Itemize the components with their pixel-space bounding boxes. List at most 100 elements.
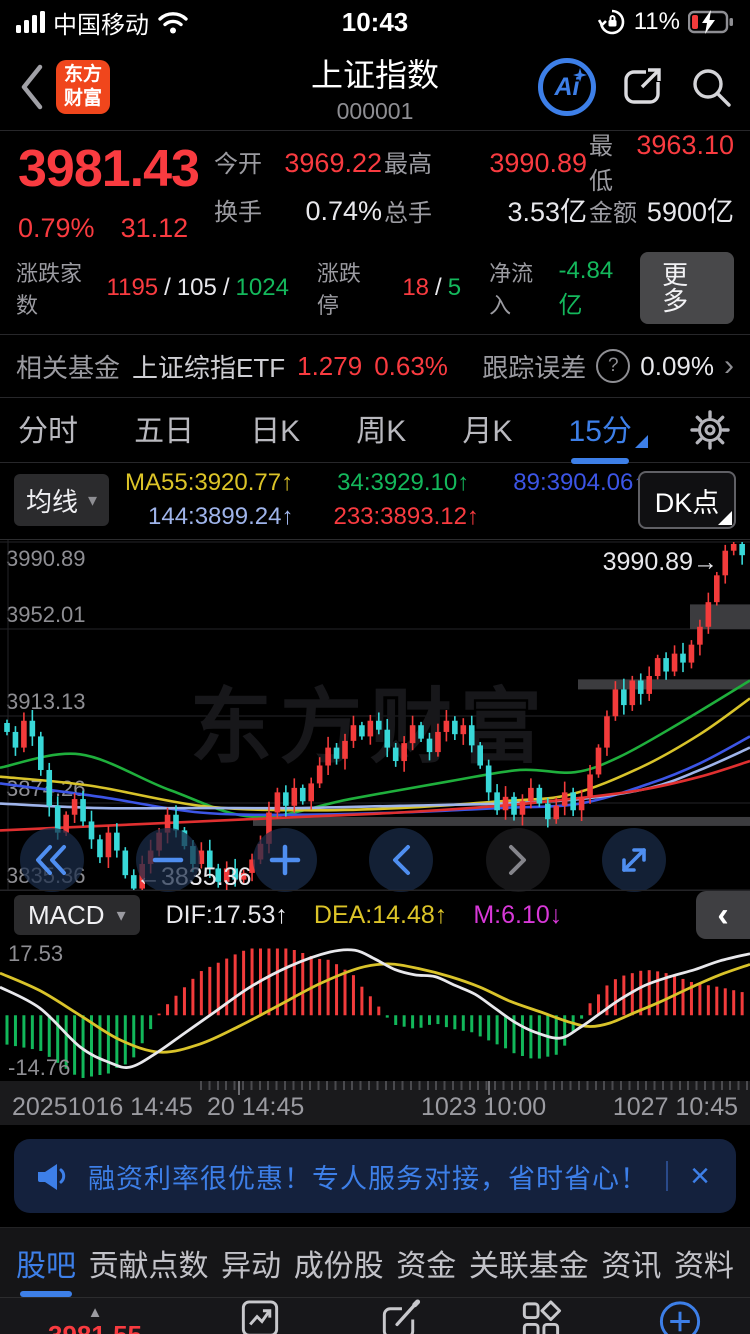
dropdown-arrow-icon: ▾: [88, 489, 98, 510]
bottom-action-bar: ▲ 3981.55 上证 0.79% 买指数 发帖: [0, 1297, 750, 1334]
tracking-error-label: 跟踪误差: [482, 352, 587, 383]
svg-text:3990.89: 3990.89: [6, 546, 86, 571]
status-right: 11%: [494, 8, 734, 36]
ma-values-row1: MA55:3920.77↑ 34:3929.10↑ 89:3904.06↑: [125, 469, 645, 497]
ma-legend-panel: 均线 ▾ MA55:3920.77↑ 34:3929.10↑ 89:3904.0…: [0, 463, 750, 539]
tab-constituents[interactable]: 成份股: [294, 1227, 384, 1299]
close-icon[interactable]: ×: [686, 1157, 714, 1196]
tab-weekly-k[interactable]: 周K: [356, 406, 406, 454]
tab-news[interactable]: 资讯: [601, 1227, 661, 1299]
chart-settings-icon[interactable]: [688, 408, 732, 452]
time-axis: 20251016 14:45 20 14:45 1023 10:00 1027 …: [0, 1081, 750, 1125]
tab-contribution[interactable]: 贡献点数: [89, 1227, 209, 1299]
active-tab-underline: [20, 1290, 72, 1297]
last-price: 3981.43: [18, 140, 200, 198]
change-percent: 0.79%: [18, 213, 95, 243]
stats-grid: 今开 3969.22 最高 3990.89 最低 3963.10 换手 0.74% 总手…: [212, 130, 750, 244]
tab-daily-k[interactable]: 日K: [250, 406, 300, 454]
share-icon[interactable]: [618, 63, 666, 111]
signal-strength-icon: [16, 11, 45, 33]
section-tab-bar: 股吧 贡献点数 异动 成份股 资金 关联基金 资讯 资料: [0, 1227, 750, 1297]
app-logo[interactable]: 东方 财富: [56, 60, 110, 114]
axis-label-2: 20 14:45: [207, 1093, 305, 1121]
ma34-value: 34:3929.10↑: [337, 469, 470, 496]
tracking-error-value: 0.09%: [640, 350, 714, 381]
index-quick-quote[interactable]: ▲ 3981.55 上证 0.79%: [0, 1298, 190, 1334]
functions-button[interactable]: 功能: [470, 1298, 610, 1334]
pan-right-button[interactable]: [486, 828, 550, 892]
dropdown-corner-icon: [634, 435, 648, 448]
dk-point-button[interactable]: DK点: [638, 471, 736, 529]
stat-turnover: 换手 0.74%: [214, 195, 382, 226]
macd-plot: 17.53 -14.76: [0, 941, 750, 1080]
macd-chart[interactable]: 17.53 -14.76: [0, 939, 750, 1081]
limit-down-count: 5: [447, 274, 462, 301]
ai-assistant-button[interactable]: Ai: [538, 58, 596, 116]
flat-count: 105: [176, 274, 217, 301]
chevron-right-icon: ›: [724, 349, 734, 382]
stat-low: 最低 3963.10: [589, 130, 734, 195]
tick-ruler: [200, 1081, 750, 1090]
tab-monthly-k[interactable]: 月K: [462, 406, 512, 454]
header: 东方 财富 上证指数 000001 Ai: [0, 44, 750, 130]
add-watchlist-button[interactable]: 加自选: [610, 1298, 750, 1334]
wifi-icon: [158, 12, 188, 34]
zoom-in-button[interactable]: [253, 828, 317, 892]
back-icon[interactable]: [16, 61, 46, 113]
candlestick-chart[interactable]: 3990.893952.013913.133874.263835.36东方财富3…: [0, 539, 750, 892]
status-bar: 中国移动 10:43 11%: [0, 0, 750, 44]
ma-selector-button[interactable]: 均线 ▾: [14, 474, 110, 526]
svg-text:17.53: 17.53: [8, 941, 63, 966]
change-row: 0.79% 31.12: [18, 213, 212, 244]
promo-banner[interactable]: 融资利率很优惠！专人服务对接，省时省心！ ×: [14, 1139, 736, 1213]
axis-label-1: 20251016 14:45: [12, 1093, 193, 1121]
ma233-value: 233:3893.12↑: [333, 503, 479, 530]
tab-related-funds[interactable]: 关联基金: [469, 1227, 589, 1299]
search-icon[interactable]: [688, 64, 734, 110]
help-icon[interactable]: ?: [596, 349, 631, 383]
post-button[interactable]: 发帖: [330, 1298, 470, 1334]
axis-label-4: 1027 10:45: [612, 1093, 738, 1121]
fund-price: 1.279: [297, 350, 363, 381]
stat-high: 最高 3990.89: [384, 147, 587, 178]
rotation-lock-icon: [597, 9, 624, 35]
more-button[interactable]: 更多: [640, 252, 735, 324]
add-circle-icon: [659, 1301, 701, 1334]
advancers-count: 1195: [106, 274, 159, 301]
dif-value: DIF:17.53↑: [165, 900, 288, 929]
banner-wrap: 融资利率很优惠！专人服务对接，省时省心！ ×: [0, 1125, 750, 1213]
indicator-selector-button[interactable]: MACD ▾: [14, 895, 140, 935]
tab-15min[interactable]: 15分: [569, 406, 648, 464]
page-title: 上证指数: [310, 56, 439, 93]
app-screen: 中国移动 10:43 11% 东方 财富 上证指数 000001 Ai 3981…: [0, 0, 750, 1334]
buy-index-icon: [241, 1300, 279, 1334]
tab-movement[interactable]: 异动: [221, 1227, 281, 1299]
compose-icon: [382, 1299, 421, 1334]
dea-value: DEA:14.48↑: [313, 900, 448, 929]
battery-charging-icon: [688, 10, 733, 34]
quote-top: 3981.43 0.79% 31.12 今开 3969.22 最高 3990.89 …: [0, 130, 750, 244]
pan-left-button[interactable]: [369, 828, 433, 892]
fund-name: 上证综指ETF: [132, 352, 286, 383]
fullscreen-button[interactable]: [602, 828, 666, 892]
buy-index-button[interactable]: 买指数: [190, 1298, 330, 1334]
tab-guba[interactable]: 股吧: [16, 1227, 76, 1299]
fund-label: 相关基金: [16, 352, 121, 383]
megaphone-icon: [38, 1164, 66, 1190]
m-value: M:6.10↓: [473, 900, 563, 929]
decliners-count: 1024: [235, 274, 289, 301]
pan-far-left-button[interactable]: [20, 828, 84, 892]
related-fund-row[interactable]: 相关基金 上证综指ETF 1.279 0.63% 跟踪误差 ? 0.09% ›: [0, 335, 750, 397]
zoom-out-button[interactable]: [136, 828, 200, 892]
tab-funds-flow[interactable]: 资金: [396, 1227, 456, 1299]
tab-5day[interactable]: 五日: [134, 406, 194, 454]
tab-profile[interactable]: 资料: [674, 1227, 734, 1299]
collapse-panel-button[interactable]: ‹: [696, 891, 750, 939]
ma55-value: MA55:3920.77↑: [125, 469, 294, 496]
tab-minute[interactable]: 分时: [18, 406, 78, 454]
status-left: 中国移动: [16, 5, 256, 40]
breadth-label: 涨跌家数: [16, 261, 83, 318]
change-value: 31.12: [120, 213, 189, 243]
sparkle-icon: [573, 68, 587, 82]
header-actions: Ai: [538, 58, 734, 116]
